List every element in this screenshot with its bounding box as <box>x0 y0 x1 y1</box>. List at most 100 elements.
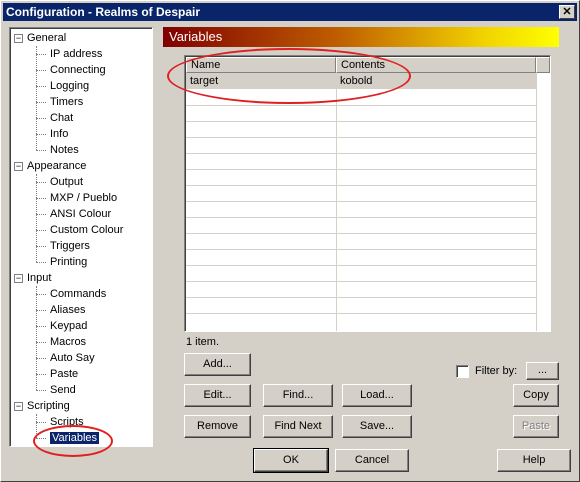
tree-connector <box>36 198 46 199</box>
cancel-button[interactable]: Cancel <box>335 449 409 472</box>
tree-item-label: ANSI Colour <box>50 208 112 220</box>
tree-connector <box>36 422 46 423</box>
tree-item-notes[interactable]: Notes <box>50 142 79 158</box>
grid-line <box>186 185 536 186</box>
tree-item-ansi-colour[interactable]: ANSI Colour <box>50 206 111 222</box>
tree-connector <box>36 294 46 295</box>
tree-item-send[interactable]: Send <box>50 382 76 398</box>
tree-connector <box>36 54 46 55</box>
variable-name-cell: target <box>190 75 219 87</box>
tree-item-label: Macros <box>50 336 87 348</box>
window-title: Configuration - Realms of Despair <box>6 5 201 19</box>
tree-connector <box>36 102 46 103</box>
collapse-icon[interactable]: − <box>14 33 23 43</box>
tree-item-info[interactable]: Info <box>50 126 68 142</box>
save-button[interactable]: Save... <box>342 415 412 438</box>
tree-item-label: Printing <box>50 256 88 268</box>
tree-category-input[interactable]: − Input <box>14 270 51 286</box>
variables-list[interactable]: Name Contents target kobold <box>184 55 551 332</box>
paste-button[interactable]: Paste <box>513 415 559 438</box>
tree-item-macros[interactable]: Macros <box>50 334 86 350</box>
tree-connector <box>36 438 46 439</box>
tree-item-label: Scripts <box>50 416 84 428</box>
tree-item-label: Paste <box>50 368 79 380</box>
tree-category-general[interactable]: − General <box>14 30 66 46</box>
help-button[interactable]: Help <box>497 449 571 472</box>
grid-line <box>186 297 536 298</box>
tree-item-scripts[interactable]: Scripts <box>50 414 84 430</box>
grid-line <box>186 233 536 234</box>
title-bar[interactable]: Configuration - Realms of Despair ✕ <box>3 3 577 21</box>
tree-connector <box>36 374 46 375</box>
tree-item-custom-colour[interactable]: Custom Colour <box>50 222 123 238</box>
load-button[interactable]: Load... <box>342 384 412 407</box>
tree-item-label: Aliases <box>50 304 86 316</box>
settings-tree[interactable]: − General IP address Connecting Logging Timer… <box>9 27 153 447</box>
grid-line <box>186 137 536 138</box>
remove-button[interactable]: Remove <box>184 415 251 438</box>
tree-item-label: Notes <box>50 144 79 156</box>
grid-line <box>186 169 536 170</box>
tree-category-appearance[interactable]: − Appearance <box>14 158 86 174</box>
edit-button[interactable]: Edit... <box>184 384 251 407</box>
tree-connector <box>36 86 46 87</box>
tree-item-variables[interactable]: Variables <box>50 430 100 446</box>
tree-item-label: Variables <box>50 432 100 444</box>
grid-line <box>186 281 536 282</box>
find-button[interactable]: Find... <box>263 384 333 407</box>
tree-item-keypad[interactable]: Keypad <box>50 318 87 334</box>
tree-item-logging[interactable]: Logging <box>50 78 89 94</box>
tree-item-auto-say[interactable]: Auto Say <box>50 350 95 366</box>
variable-contents-cell: kobold <box>340 75 373 87</box>
tree-item-triggers[interactable]: Triggers <box>50 238 90 254</box>
tree-item-chat[interactable]: Chat <box>50 110 73 126</box>
list-scroll-area <box>536 73 549 331</box>
copy-button[interactable]: Copy <box>513 384 559 407</box>
filter-options-button[interactable]: ... <box>526 362 559 380</box>
filter-checkbox[interactable] <box>456 365 469 378</box>
tree-item-connecting[interactable]: Connecting <box>50 62 106 78</box>
collapse-icon[interactable]: − <box>14 401 23 411</box>
tree-connector <box>36 286 37 390</box>
tree-item-output[interactable]: Output <box>50 174 83 190</box>
tree-connector <box>36 310 46 311</box>
tree-item-label: Timers <box>50 96 84 108</box>
collapse-icon[interactable]: − <box>14 273 23 283</box>
tree-category-label: Input <box>27 272 52 284</box>
tree-item-ip-address[interactable]: IP address <box>50 46 102 62</box>
tree-connector <box>36 390 46 391</box>
tree-connector <box>36 150 46 151</box>
tree-connector <box>36 262 46 263</box>
tree-item-mxp-pueblo[interactable]: MXP / Pueblo <box>50 190 117 206</box>
grid-line <box>186 313 536 314</box>
tree-connector <box>36 118 46 119</box>
tree-connector <box>36 182 46 183</box>
table-row[interactable]: target kobold <box>186 73 536 89</box>
tree-item-timers[interactable]: Timers <box>50 94 83 110</box>
filter-label: Filter by: <box>475 365 518 377</box>
tree-connector <box>36 246 46 247</box>
grid-line <box>186 249 536 250</box>
close-button[interactable]: ✕ <box>559 5 575 19</box>
tree-connector <box>36 134 46 135</box>
tree-item-label: Triggers <box>50 240 90 252</box>
ok-button[interactable]: OK <box>253 448 329 473</box>
tree-connector <box>36 342 46 343</box>
tree-item-aliases[interactable]: Aliases <box>50 302 85 318</box>
collapse-icon[interactable]: − <box>14 161 23 171</box>
tree-item-label: Info <box>50 128 69 140</box>
grid-line <box>186 153 536 154</box>
tree-connector <box>36 70 46 71</box>
tree-item-commands[interactable]: Commands <box>50 286 106 302</box>
tree-item-printing[interactable]: Printing <box>50 254 87 270</box>
tree-item-paste[interactable]: Paste <box>50 366 78 382</box>
tree-category-scripting[interactable]: − Scripting <box>14 398 70 414</box>
tree-connector <box>36 326 46 327</box>
grid-divider <box>336 73 337 331</box>
column-header-name[interactable]: Name <box>186 57 336 73</box>
column-header-contents[interactable]: Contents <box>336 57 536 73</box>
tree-category-label: Scripting <box>27 400 70 412</box>
tree-connector <box>36 174 37 262</box>
add-button[interactable]: Add... <box>184 353 251 376</box>
find-next-button[interactable]: Find Next <box>263 415 333 438</box>
